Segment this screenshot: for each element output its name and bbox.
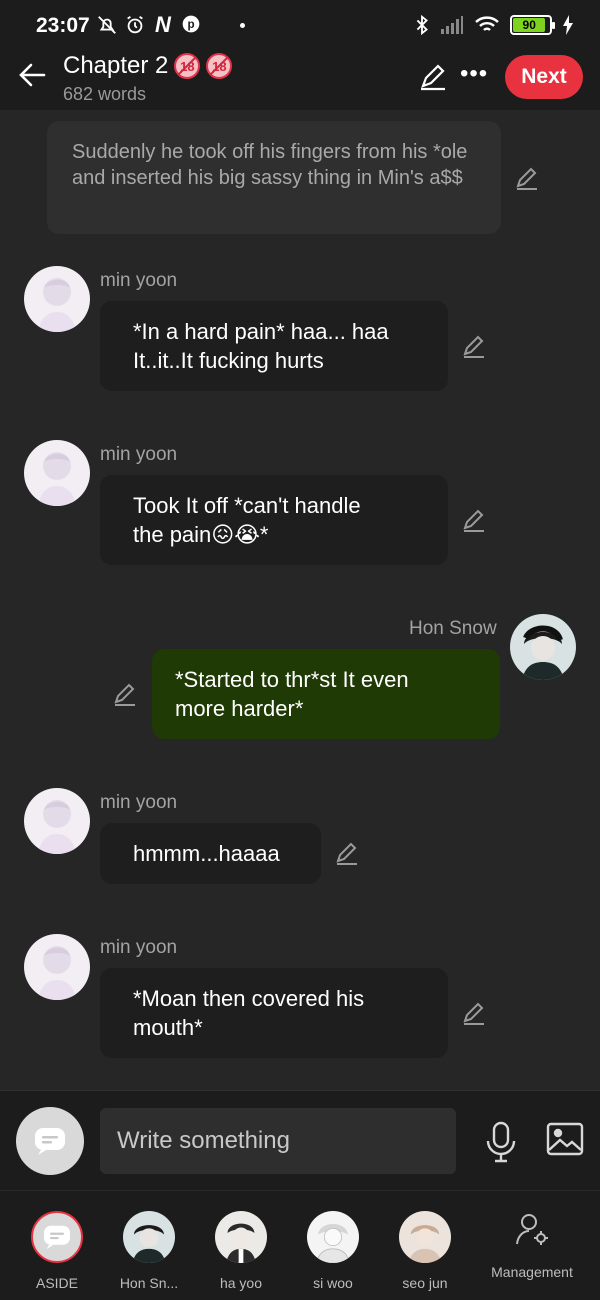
battery-icon: 90 bbox=[510, 15, 555, 35]
more-options-icon[interactable]: ••• bbox=[460, 60, 488, 88]
chat-bubble-icon bbox=[35, 1128, 65, 1155]
edit-pencil-icon[interactable] bbox=[334, 841, 360, 867]
avatar-min-yoon[interactable] bbox=[24, 440, 90, 506]
status-dot bbox=[240, 23, 245, 28]
chapter-title-row: Chapter 2 18 18 bbox=[63, 52, 233, 80]
avatar-min-yoon[interactable] bbox=[24, 266, 90, 332]
avatar bbox=[123, 1211, 175, 1263]
message-bubble[interactable]: hmmm...haaaa bbox=[100, 823, 321, 884]
svg-text:p: p bbox=[187, 18, 194, 31]
user-settings-icon bbox=[516, 1214, 548, 1245]
tab-label: Hon Sn... bbox=[119, 1275, 179, 1291]
pinterest-icon: p bbox=[180, 14, 202, 36]
avatar-hon-snow[interactable] bbox=[510, 614, 576, 680]
message-line: the pain😖😭* bbox=[133, 522, 269, 547]
message-bubble[interactable]: *Moan then covered his mouth* bbox=[100, 968, 448, 1058]
status-bar: 23:07 N p 90 bbox=[0, 0, 600, 52]
narration-bubble[interactable]: Suddenly he took off his fingers from hi… bbox=[47, 121, 501, 234]
bluetooth-icon bbox=[416, 14, 428, 36]
edit-pencil-icon[interactable] bbox=[461, 508, 487, 534]
bell-off-icon bbox=[96, 14, 118, 36]
message-input[interactable]: Write something bbox=[100, 1108, 456, 1174]
avatar bbox=[215, 1211, 267, 1263]
message-line: It..it..It fucking hurts bbox=[133, 348, 324, 373]
sender-name: Hon Snow bbox=[409, 618, 497, 639]
status-system-icons: 90 bbox=[414, 14, 574, 36]
edit-pencil-icon[interactable] bbox=[514, 166, 540, 192]
edit-pencil-icon[interactable] bbox=[461, 334, 487, 360]
tab-label: Management bbox=[491, 1264, 573, 1280]
back-arrow-icon[interactable] bbox=[16, 58, 50, 92]
18-restricted-icon: 18 bbox=[174, 53, 201, 79]
chapter-title: Chapter 2 bbox=[63, 52, 169, 79]
tab-character-si-woo[interactable]: si woo bbox=[293, 1211, 373, 1291]
status-notification-icons: N p bbox=[96, 14, 202, 36]
character-tab-bar: ASIDE Hon Sn... ha yoo si woo seo jun Ma… bbox=[0, 1190, 600, 1300]
chat-area: Suddenly he took off his fingers from hi… bbox=[0, 110, 600, 1090]
status-time: 23:07 bbox=[36, 14, 90, 37]
message-line: mouth* bbox=[133, 1015, 203, 1040]
avatar bbox=[307, 1211, 359, 1263]
message-line: hmmm...haaaa bbox=[133, 841, 280, 866]
message-line: *Moan then covered his bbox=[133, 986, 365, 1011]
message-line: Took It off *can't handle bbox=[133, 493, 361, 518]
wifi-icon bbox=[475, 16, 499, 31]
edit-pencil-icon[interactable] bbox=[112, 682, 138, 708]
sender-name: min yoon bbox=[100, 270, 178, 291]
word-count: 682 words bbox=[63, 84, 147, 104]
tab-management[interactable]: Management bbox=[480, 1211, 584, 1280]
tab-label: ha yoo bbox=[219, 1275, 263, 1291]
charging-icon bbox=[563, 15, 573, 35]
message-bubble[interactable]: Took It off *can't handle the pain😖😭* bbox=[100, 475, 448, 565]
alarm-icon bbox=[124, 14, 146, 36]
tab-aside[interactable]: ASIDE bbox=[17, 1211, 97, 1291]
message-line: *Started to thr*st It even bbox=[175, 667, 409, 692]
18-restricted-icon: 18 bbox=[206, 53, 233, 79]
avatar-min-yoon[interactable] bbox=[24, 934, 90, 1000]
message-line: *In a hard pain* haa... haa bbox=[133, 319, 389, 344]
aside-toggle-button[interactable] bbox=[16, 1107, 84, 1175]
tab-label: ASIDE bbox=[35, 1275, 78, 1291]
message-bubble[interactable]: *In a hard pain* haa... haa It..it..It f… bbox=[100, 301, 448, 391]
edit-pencil-icon[interactable] bbox=[461, 1001, 487, 1027]
tab-label: seo jun bbox=[402, 1275, 448, 1291]
tab-character-ha-yoo[interactable]: ha yoo bbox=[201, 1211, 281, 1291]
chapter-header: Chapter 2 18 18 682 words ••• Next bbox=[0, 52, 600, 110]
message-bubble-mine[interactable]: *Started to thr*st It even more harder* bbox=[152, 649, 500, 739]
avatar bbox=[399, 1211, 451, 1263]
avatar-min-yoon[interactable] bbox=[24, 788, 90, 854]
tab-character-hon-snow[interactable]: Hon Sn... bbox=[109, 1211, 189, 1291]
edit-pencil-icon[interactable] bbox=[418, 62, 448, 92]
battery-level: 90 bbox=[513, 18, 546, 32]
message-line: more harder* bbox=[175, 696, 304, 721]
message-input-bar: Write something bbox=[0, 1090, 600, 1190]
chat-bubble-icon bbox=[31, 1211, 83, 1263]
sender-name: min yoon bbox=[100, 937, 178, 958]
tab-character-seo-jun[interactable]: seo jun bbox=[385, 1211, 465, 1291]
sender-name: min yoon bbox=[100, 444, 178, 465]
tab-label: si woo bbox=[313, 1275, 353, 1291]
n-app-icon: N bbox=[155, 12, 171, 37]
sender-name: min yoon bbox=[100, 792, 178, 813]
image-upload-icon[interactable] bbox=[546, 1122, 584, 1156]
signal-icon bbox=[441, 16, 463, 34]
microphone-icon[interactable] bbox=[484, 1121, 518, 1163]
next-button[interactable]: Next bbox=[505, 55, 583, 99]
